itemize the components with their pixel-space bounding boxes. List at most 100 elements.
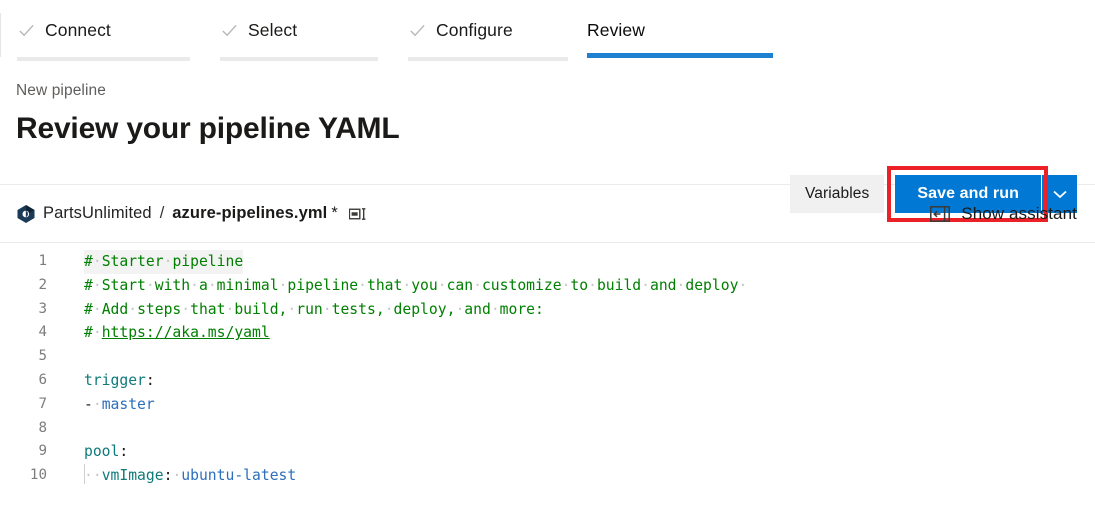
code-token: : — [119, 443, 129, 461]
line-number: 10 — [29, 467, 47, 484]
page-header: New pipeline Review your pipeline YAML V… — [0, 57, 1095, 222]
code-token: ubuntu-latest — [181, 467, 297, 485]
code-token: minimal — [216, 276, 279, 294]
code-token: # — [84, 276, 93, 294]
line-number: 7 — [38, 395, 47, 412]
code-token: · — [207, 276, 217, 294]
line-number: 3 — [38, 300, 47, 317]
line-number: 6 — [38, 371, 47, 388]
code-token: · — [322, 300, 332, 318]
code-token: more: — [499, 300, 544, 318]
wizard-step-review[interactable]: Review — [583, 13, 773, 58]
code-token: · — [92, 324, 102, 342]
check-icon — [19, 24, 34, 36]
code-text-inner: pool: — [84, 440, 128, 464]
code-text-inner: #·Start·with·a·minimal·pipeline·that·you… — [84, 274, 747, 298]
code-token: build — [596, 276, 642, 294]
file-bar: PartsUnlimited / azure-pipelines.yml * S… — [0, 185, 1095, 243]
code-token: deploy, — [393, 300, 456, 318]
code-line[interactable]: 3 #·Add·steps·that·build,·run·tests,·depl… — [0, 298, 1095, 322]
code-text[interactable]: trigger: — [58, 369, 155, 393]
rename-icon[interactable] — [348, 206, 368, 222]
code-text-inner: #·Starter·pipeline — [84, 250, 244, 274]
code-token: · — [738, 276, 748, 294]
code-token: · — [181, 300, 191, 318]
code-token: can — [446, 276, 474, 294]
code-token: pipeline — [172, 253, 244, 270]
yaml-editor[interactable]: 1 #·Starter·pipeline 2 #·Start·with·a·minim… — [0, 243, 1095, 486]
code-text[interactable]: -·master — [58, 393, 155, 417]
wizard-step-configure[interactable]: Configure — [391, 13, 581, 61]
code-token: pool — [84, 443, 120, 461]
code-text[interactable]: pool: — [58, 440, 128, 464]
code-token: deploy — [685, 276, 739, 294]
check-icon — [222, 24, 237, 36]
code-text[interactable]: #·Add·steps·that·build,·run·tests,·deplo… — [58, 298, 544, 322]
page-title: Review your pipeline YAML — [16, 112, 400, 145]
code-token: · — [588, 276, 597, 294]
code-line[interactable]: 8 — [0, 417, 1095, 441]
wizard-step-label: Connect — [45, 20, 111, 40]
line-number: 5 — [38, 348, 47, 365]
wizard-steps: Connect Select Configure Review — [0, 0, 1095, 61]
code-line[interactable]: 4 #·https://aka.ms/yaml — [0, 321, 1095, 345]
code-text[interactable]: ··vmImage:·ubuntu-latest — [58, 464, 296, 486]
code-token: · — [384, 300, 394, 318]
code-text[interactable]: #·Start·with·a·minimal·pipeline·that·you… — [58, 274, 747, 298]
code-token: · — [402, 276, 412, 294]
code-token: customize — [481, 276, 562, 294]
code-token: # — [84, 300, 93, 318]
code-token: # — [84, 253, 93, 270]
code-text[interactable] — [58, 345, 84, 369]
code-line[interactable]: 7 -·master — [0, 393, 1095, 417]
code-text-inner: -·master — [84, 393, 155, 417]
code-text-inner: trigger: — [84, 369, 155, 393]
repo-name[interactable]: PartsUnlimited — [43, 204, 152, 223]
line-number: 1 — [38, 253, 47, 269]
code-token: trigger — [84, 371, 146, 389]
wizard-step-label: Review — [587, 20, 645, 40]
code-token: that — [367, 276, 403, 294]
wizard-step-label: Select — [248, 20, 298, 40]
code-token: · — [473, 276, 482, 294]
code-line[interactable]: 2 #·Start·with·a·minimal·pipeline·that·yo… — [0, 274, 1095, 298]
line-number: 8 — [38, 419, 47, 436]
code-token[interactable]: https://aka.ms/yaml — [102, 324, 270, 341]
yaml-code-body[interactable]: 1 #·Starter·pipeline 2 #·Start·with·a·minim… — [0, 250, 1095, 486]
code-text[interactable]: #·Starter·pipeline — [58, 250, 244, 274]
code-line[interactable]: 1 #·Starter·pipeline — [0, 250, 1095, 274]
code-token: master — [101, 395, 155, 413]
code-token: : — [145, 371, 155, 389]
code-line[interactable]: 9 pool: — [0, 440, 1095, 464]
path-separator: / — [159, 204, 165, 222]
code-token: and — [650, 276, 677, 294]
line-number: 4 — [38, 324, 47, 341]
wizard-step-connect[interactable]: Connect — [0, 13, 203, 61]
code-line[interactable]: 5 — [0, 345, 1095, 369]
code-token: · — [92, 467, 102, 485]
wizard-step-select[interactable]: Select — [203, 13, 391, 61]
code-token: tests, — [331, 300, 385, 318]
code-token: vmImage — [101, 467, 164, 485]
code-token: · — [172, 467, 182, 485]
code-token: to — [570, 276, 589, 294]
check-icon — [410, 24, 425, 36]
code-token: · — [92, 300, 102, 318]
code-token: Start — [101, 276, 146, 294]
code-token: Add — [101, 300, 129, 318]
code-token: that — [190, 300, 226, 318]
code-token: · — [455, 300, 465, 318]
show-assistant-button[interactable]: Show assistant — [930, 204, 1077, 224]
code-token: steps — [137, 300, 182, 318]
code-token: # — [84, 324, 93, 342]
code-token: and — [464, 300, 491, 318]
code-text[interactable]: #·https://aka.ms/yaml — [58, 321, 270, 345]
code-token: you — [411, 276, 438, 294]
code-text[interactable] — [58, 417, 84, 441]
code-token: · — [84, 467, 93, 485]
code-line[interactable]: 6 trigger: — [0, 369, 1095, 393]
code-line[interactable]: 10 ··vmImage:·ubuntu-latest — [0, 464, 1095, 486]
code-token: with — [154, 276, 191, 294]
code-token: · — [287, 300, 297, 318]
code-token: pipeline — [287, 276, 359, 294]
